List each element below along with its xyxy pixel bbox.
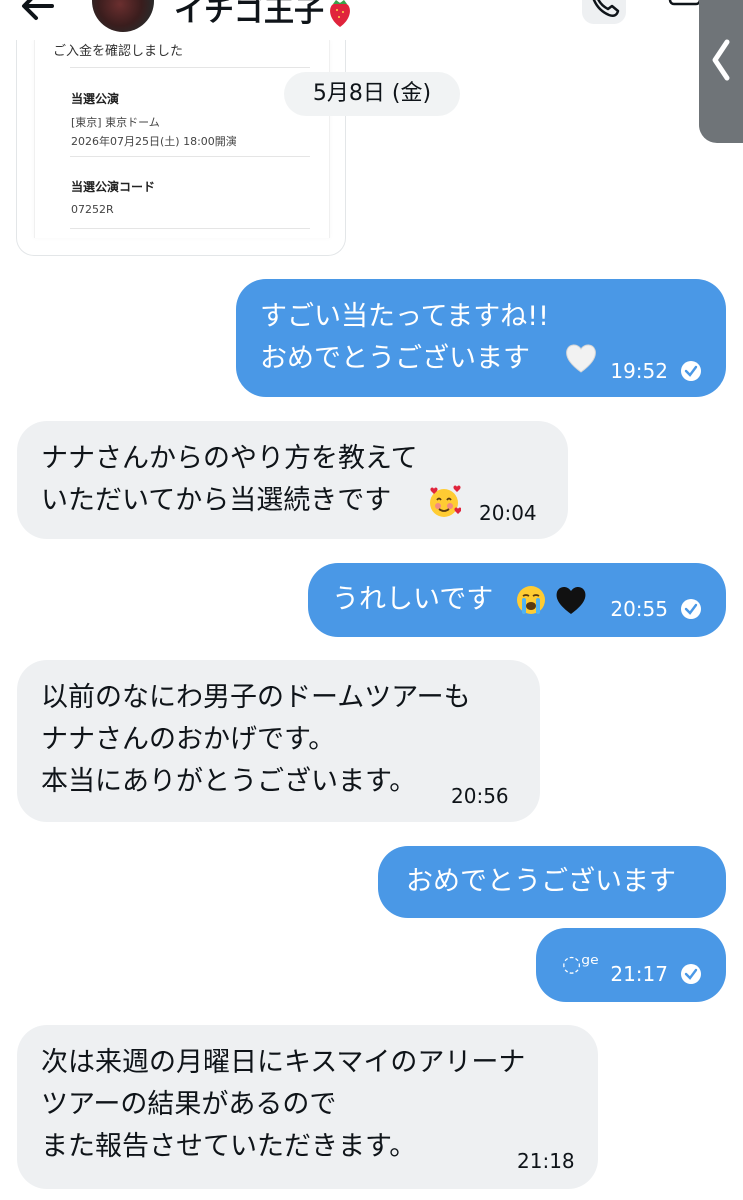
card-field-value: 2026年07月25日(土) 18:00開演	[71, 135, 237, 148]
message-bubble-sent[interactable]: すごい当たってますね!! おめでとうございます 19:52	[236, 279, 726, 397]
message-time: 20:04	[479, 501, 537, 525]
white-heart-emoji	[566, 344, 596, 373]
smiling-face-with-hearts-emoji	[430, 485, 461, 517]
read-check-icon	[681, 361, 701, 381]
read-check-icon	[681, 599, 701, 619]
call-button[interactable]	[582, 0, 626, 24]
message-time: 19:52	[610, 359, 668, 383]
message-bubble-received[interactable]: 以前のなにわ男子のドームツアーも ナナさんのおかげです。 本当にありがとうござい…	[17, 660, 540, 822]
message-text: 次は来週の月曜日にキスマイのアリーナ ツアーの結果があるので また報告させていた…	[41, 1047, 526, 1162]
card-field-label: 当選公演	[71, 92, 120, 106]
message-time: 20:55	[610, 597, 668, 621]
loudly-crying-face-emoji	[517, 586, 545, 614]
card-top-text: ご入金を確認しました	[53, 44, 184, 59]
card-divider	[70, 228, 310, 229]
chat-title[interactable]: イチゴ王子	[174, 0, 354, 30]
message-bubble-received[interactable]: ナナさんからのやり方を教えて いただいてから当選続きです 20:04	[17, 421, 568, 539]
message-time: 21:17	[610, 962, 668, 986]
avatar[interactable]	[92, 0, 154, 32]
message-text: ナナさんからのやり方を教えて いただいてから当選続きです	[41, 443, 418, 516]
message-time: 21:18	[517, 1149, 575, 1173]
shared-image-card[interactable]: ご入金を確認しました 当選公演 [東京] 東京ドーム 2026年07月25日(土…	[16, 40, 346, 256]
read-check-icon	[681, 964, 701, 984]
card-divider	[70, 156, 310, 157]
card-divider	[70, 67, 310, 68]
message-text: おめでとうございます	[406, 866, 676, 897]
back-arrow-icon[interactable]	[18, 0, 58, 26]
message-bubble-sent[interactable]: おめでとうございます	[378, 846, 726, 918]
message-time: 20:56	[451, 784, 509, 808]
strawberry-icon	[330, 0, 350, 27]
card-field-value: [東京] 東京ドーム	[71, 116, 160, 129]
date-separator: 5月8日 (金)	[284, 72, 460, 116]
chevron-left-icon	[712, 39, 730, 81]
chat-header: イチゴ王子	[0, 0, 743, 40]
message-bubble-received[interactable]: 次は来週の月曜日にキスマイのアリーナ ツアーの結果があるので また報告させていた…	[17, 1025, 598, 1189]
card-field-value: 07252R	[71, 203, 114, 216]
side-panel-handle[interactable]	[699, 0, 743, 143]
message-bubble-sent[interactable]: ◌ᵍᵉ 21:17	[536, 928, 726, 1002]
black-heart-emoji	[556, 586, 586, 614]
message-text: 以前のなにわ男子のドームツアーも ナナさんのおかげです。 本当にありがとうござい…	[41, 682, 471, 797]
message-bubble-sent[interactable]: うれしいです 20:55	[308, 563, 726, 637]
card-field-label: 当選公演コード	[71, 180, 156, 194]
phone-icon	[592, 0, 620, 18]
